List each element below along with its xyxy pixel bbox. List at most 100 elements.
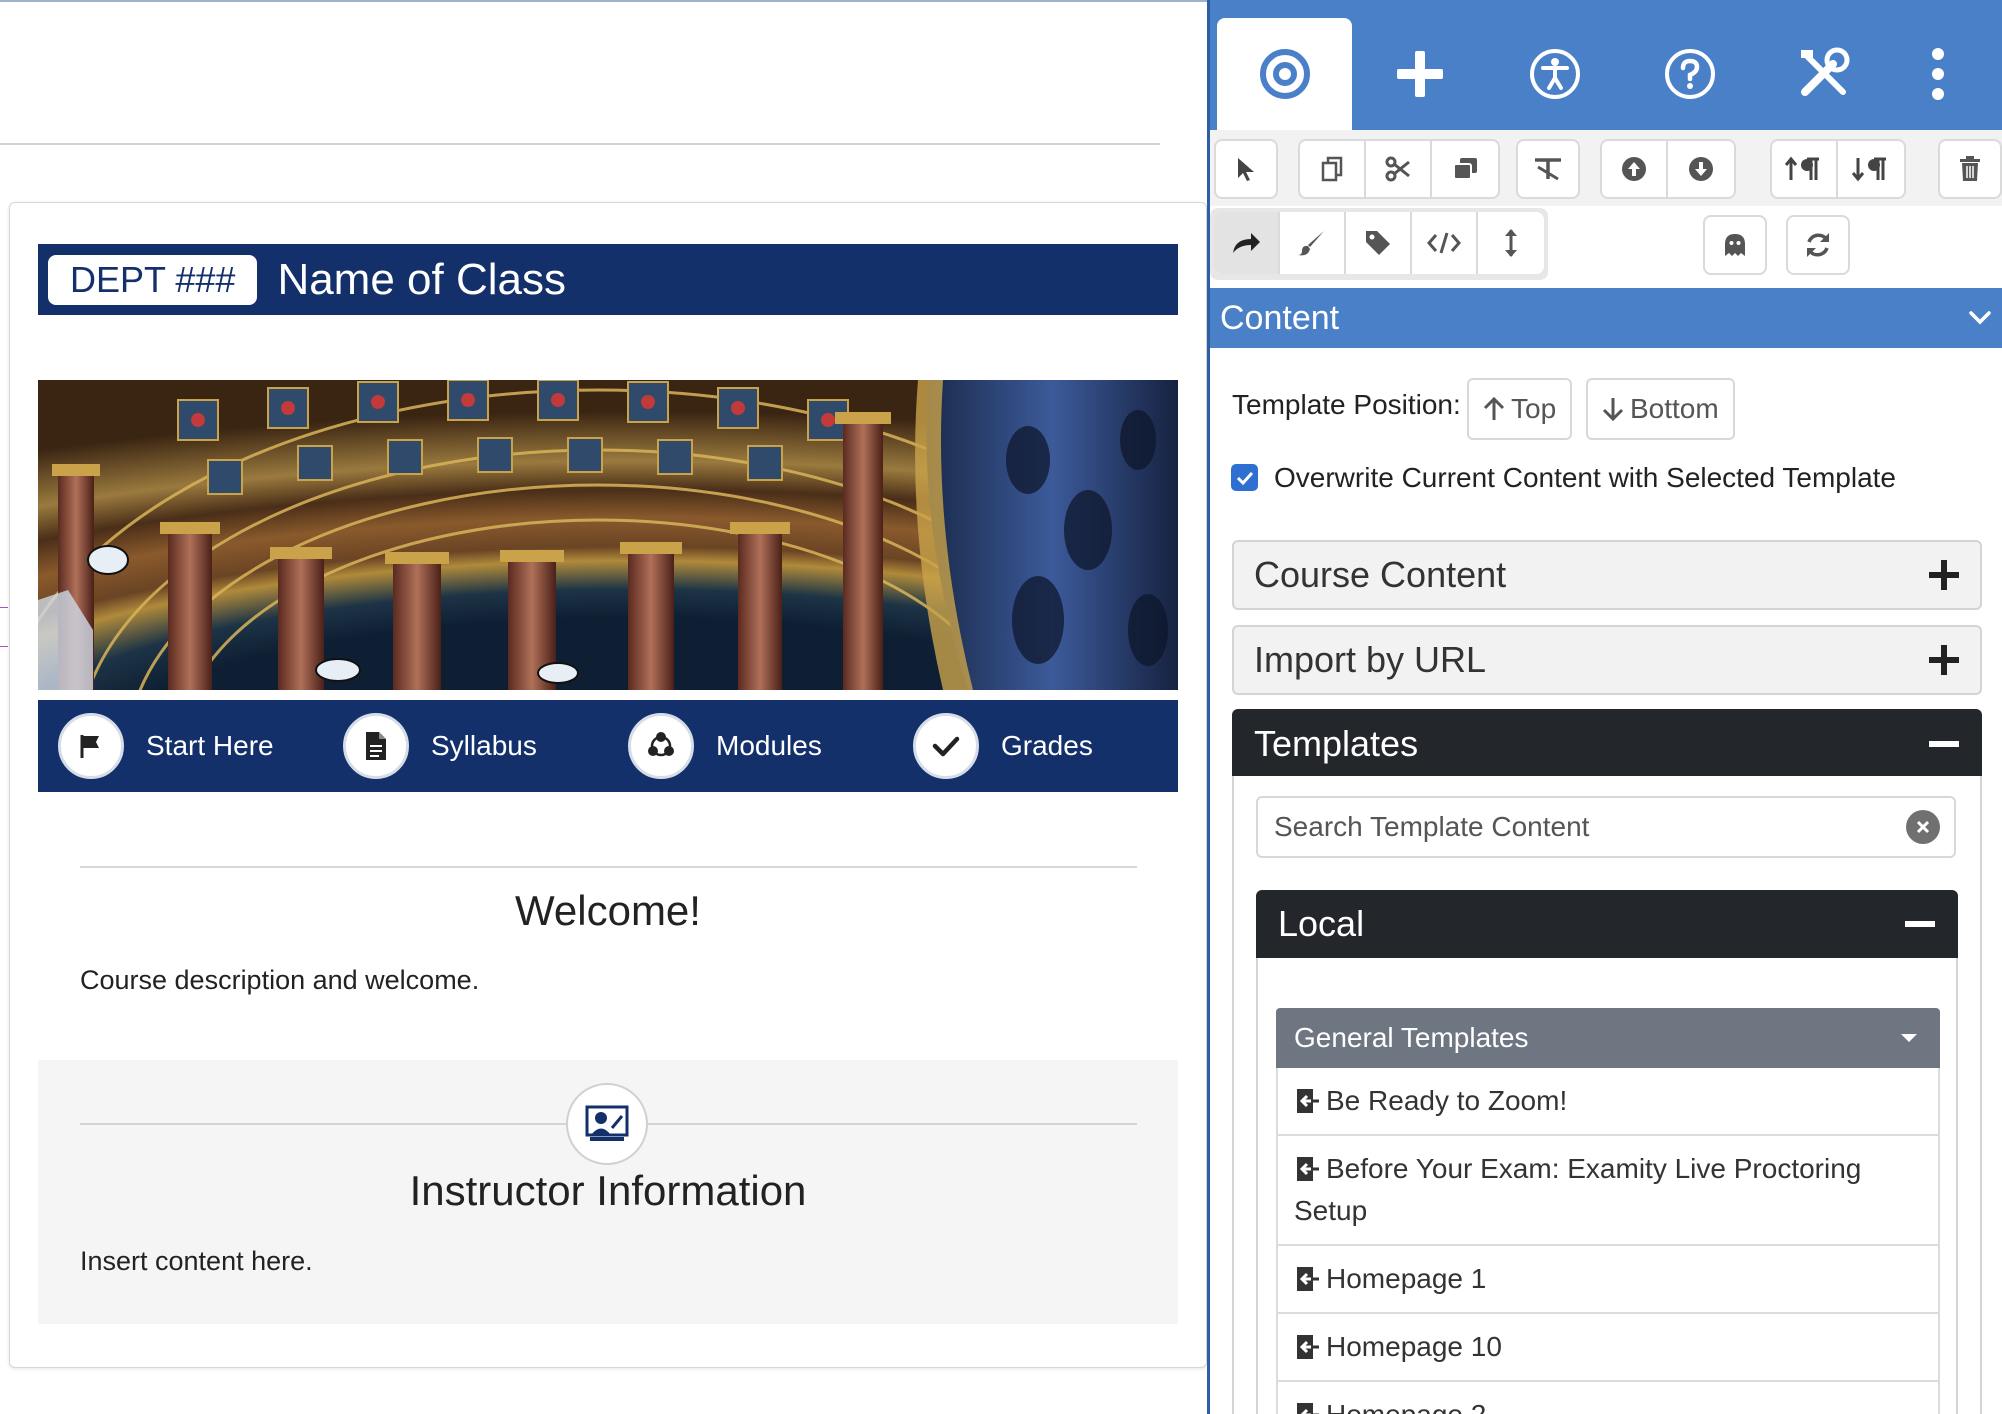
nav-label: Syllabus	[431, 730, 537, 761]
design-tools-tray: Content Template Position: Top Bottom Ov…	[1207, 0, 2002, 1414]
templates-panel: Local General Templates Be Ready to Zoom…	[1232, 776, 1982, 1414]
accessibility-icon	[1529, 49, 1580, 99]
general-templates-dropdown[interactable]: General Templates	[1276, 1008, 1940, 1068]
content-section-header[interactable]: Content	[1210, 288, 2002, 348]
top-border	[0, 0, 1207, 2]
duplicate-icon[interactable]	[1432, 141, 1498, 197]
tab-add[interactable]	[1352, 18, 1487, 130]
course-title-banner: DEPT ### Name of Class	[38, 244, 1178, 315]
nav-label: Grades	[1001, 730, 1093, 761]
welcome-heading: Welcome!	[515, 887, 701, 934]
template-name: Before Your Exam: Examity Live Proctorin…	[1294, 1153, 1862, 1226]
delete-group	[1938, 139, 2002, 199]
editor-canvas: DEPT ### Name of Class Start Here Syllab…	[0, 0, 1207, 1414]
template-position-label: Template Position:	[1232, 389, 1461, 420]
rotunda-illustration	[38, 380, 1178, 690]
template-name: Homepage 10	[1326, 1331, 1502, 1362]
local-accordion[interactable]: Local	[1256, 890, 1958, 958]
move-down-icon[interactable]	[1668, 141, 1734, 197]
trash-icon[interactable]	[1940, 141, 2000, 197]
tool-mode-buttons	[1214, 212, 1544, 274]
redirect-arrow-icon[interactable]	[1214, 212, 1280, 274]
insert-paragraph-below-icon[interactable]	[1838, 141, 1904, 197]
clear-search-icon[interactable]	[1906, 810, 1940, 844]
accordion-label: Templates	[1254, 723, 1419, 764]
ghost-group	[1703, 215, 1767, 275]
bottom-label: Bottom	[1630, 393, 1719, 424]
tab-target[interactable]	[1217, 18, 1352, 130]
instructor-section: Instructor Information Insert content he…	[38, 1060, 1178, 1324]
help-icon	[1664, 49, 1715, 99]
nav-grades[interactable]: Grades	[893, 713, 1178, 779]
template-insert-icon	[1297, 1403, 1319, 1414]
template-insert-icon	[1297, 1267, 1319, 1291]
code-icon[interactable]	[1412, 212, 1478, 274]
plus-icon	[1396, 51, 1443, 97]
cut-icon[interactable]	[1366, 141, 1432, 197]
template-item[interactable]: Be Ready to Zoom!	[1276, 1068, 1940, 1136]
copy-icon[interactable]	[1300, 141, 1366, 197]
nav-start-here[interactable]: Start Here	[38, 713, 323, 779]
more-vertical-icon	[1931, 48, 1944, 100]
template-item[interactable]: Homepage 10	[1276, 1314, 1940, 1382]
tool-mode-group	[1210, 208, 1548, 280]
template-item[interactable]: Homepage 2	[1276, 1382, 1940, 1414]
move-up-icon[interactable]	[1602, 141, 1668, 197]
overwrite-checkbox[interactable]	[1231, 464, 1258, 491]
nav-modules[interactable]: Modules	[608, 713, 893, 779]
template-search	[1256, 796, 1956, 858]
check-icon	[1236, 471, 1253, 485]
minus-icon	[1905, 921, 1935, 927]
welcome-text: Course description and welcome.	[80, 965, 480, 995]
tab-help[interactable]	[1622, 18, 1757, 130]
modules-icon	[628, 713, 694, 779]
paragraph-group	[1770, 139, 1906, 199]
local-label: Local	[1278, 903, 1365, 944]
nav-label: Modules	[716, 730, 822, 761]
template-item[interactable]: Before Your Exam: Examity Live Proctorin…	[1276, 1136, 1940, 1246]
import-by-url-accordion[interactable]: Import by URL	[1232, 625, 1982, 695]
local-templates-body: General Templates Be Ready to Zoom! Befo…	[1256, 958, 1958, 1414]
tab-accessibility[interactable]	[1487, 18, 1622, 130]
caret-down-icon	[1901, 1034, 1917, 1042]
dept-code: DEPT ###	[48, 254, 258, 305]
instructor-heading: Instructor Information	[409, 1167, 807, 1214]
class-name: Name of Class	[277, 254, 566, 304]
instructor-icon	[566, 1083, 648, 1165]
course-content-accordion[interactable]: Course Content	[1232, 540, 1982, 610]
document-icon	[343, 713, 409, 779]
position-bottom-button[interactable]: Bottom	[1586, 378, 1735, 440]
accordion-label: Import by URL	[1254, 639, 1487, 680]
clear-formatting-icon[interactable]	[1518, 141, 1578, 197]
checkmark-icon	[913, 713, 979, 779]
tag-icon[interactable]	[1346, 212, 1412, 274]
arrow-up-icon	[1483, 396, 1505, 420]
nav-label: Start Here	[146, 730, 274, 761]
insert-paragraph-above-icon[interactable]	[1772, 141, 1838, 197]
refresh-icon[interactable]	[1788, 217, 1848, 273]
nav-syllabus[interactable]: Syllabus	[323, 713, 608, 779]
arrow-down-icon	[1602, 398, 1624, 422]
position-top-button[interactable]: Top	[1467, 378, 1573, 440]
pointer-icon[interactable]	[1216, 141, 1276, 197]
template-name: Be Ready to Zoom!	[1326, 1085, 1568, 1116]
template-item[interactable]: Homepage 1	[1276, 1246, 1940, 1314]
ghost-icon[interactable]	[1705, 217, 1765, 273]
content-header-label: Content	[1220, 298, 1340, 337]
resize-vertical-icon[interactable]	[1478, 212, 1544, 274]
general-templates-label: General Templates	[1294, 1022, 1529, 1053]
paintbrush-icon[interactable]	[1280, 212, 1346, 274]
templates-accordion[interactable]: Templates	[1232, 709, 1982, 779]
minus-icon	[1929, 741, 1959, 747]
template-insert-icon	[1297, 1089, 1319, 1113]
flag-icon	[58, 713, 124, 779]
template-list: Be Ready to Zoom! Before Your Exam: Exam…	[1276, 1068, 1940, 1414]
template-name: Homepage 1	[1326, 1263, 1487, 1294]
instructor-text: Insert content here.	[80, 1246, 313, 1276]
tab-more[interactable]	[1870, 18, 2002, 130]
element-toolbar	[1210, 130, 2002, 206]
secondary-toolbar	[1210, 206, 2002, 284]
template-search-input[interactable]	[1272, 810, 1906, 844]
template-insert-icon	[1297, 1157, 1319, 1181]
top-label: Top	[1511, 393, 1557, 424]
